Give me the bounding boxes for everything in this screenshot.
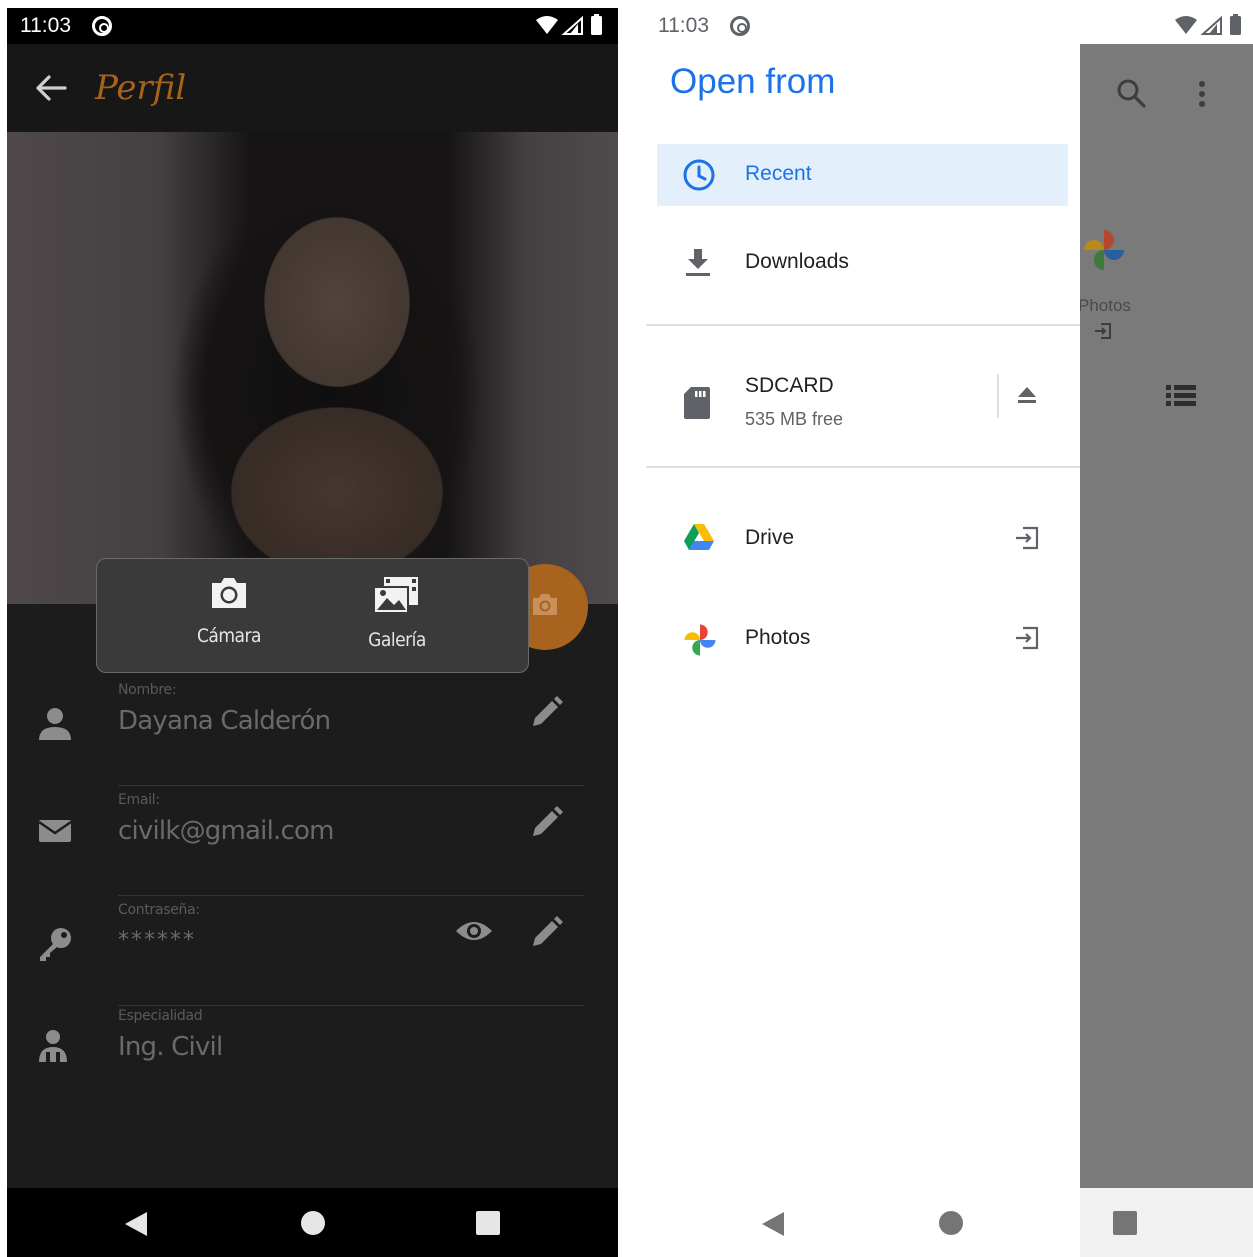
nav-scrim <box>1080 1188 1253 1257</box>
search-icon <box>1116 78 1146 112</box>
gallery-option-label: Galería <box>368 629 426 651</box>
email-label: Email: <box>118 792 160 808</box>
root-item-sdcard-free: 535 MB free <box>745 409 844 429</box>
root-item-photos[interactable]: Photos <box>657 608 1068 670</box>
more-options-icon <box>1198 80 1206 112</box>
password-field: Contraseña: ****** <box>7 896 618 1006</box>
sdcard-icon <box>683 386 711 424</box>
nav-home-icon[interactable] <box>938 1210 964 1236</box>
open-external-icon[interactable] <box>1015 626 1039 654</box>
download-icon <box>683 247 713 281</box>
open-external-icon[interactable] <box>1015 526 1039 554</box>
camera-icon <box>212 578 246 608</box>
wifi-signal-battery-icon <box>1175 14 1241 35</box>
nav-home-icon[interactable] <box>300 1210 326 1236</box>
navigation-bar <box>7 1188 618 1257</box>
edit-password-pencil-icon[interactable] <box>529 916 563 954</box>
camera-option[interactable]: Cámara <box>169 575 289 647</box>
page-title: Perfil <box>95 68 187 108</box>
navigation-bar <box>646 1188 1253 1257</box>
status-time: 11:03 <box>20 14 71 37</box>
nav-recents-icon[interactable] <box>475 1210 501 1236</box>
password-value: ****** <box>118 928 196 953</box>
edit-email-pencil-icon[interactable] <box>529 806 563 844</box>
name-field: Nombre: Dayana Calderón <box>7 676 618 786</box>
gallery-option[interactable]: Galería <box>337 575 457 651</box>
sync-icon <box>730 16 750 36</box>
nav-recents-icon[interactable] <box>1112 1210 1138 1236</box>
status-bar: 11:03 <box>7 8 618 44</box>
camera-icon <box>533 594 557 615</box>
specialty-label: Especialidad <box>118 1008 203 1024</box>
root-item-sdcard-label: SDCARD <box>745 374 834 397</box>
drawer-heading: Open from <box>670 62 836 101</box>
photos-pinwheel-icon <box>683 623 717 661</box>
clock-icon <box>683 159 715 195</box>
divider <box>997 374 999 418</box>
specialty-value: Ing. Civil <box>118 1032 223 1062</box>
screenshot-root: 11:03 Perfil Cámara Galería Nombre: Daya… <box>0 0 1253 1257</box>
nav-back-icon[interactable] <box>760 1210 786 1238</box>
sync-icon <box>92 16 112 36</box>
roots-drawer: Open from Recent Downloads SDCARD 535 MB… <box>646 44 1080 1188</box>
camera-option-label: Cámara <box>196 625 262 647</box>
open-external-icon <box>1094 322 1112 344</box>
person-icon <box>37 706 73 746</box>
photos-pinwheel-icon <box>1082 228 1126 276</box>
mail-icon <box>37 816 73 850</box>
root-item-downloads-label: Downloads <box>745 250 849 273</box>
app-bar: Perfil <box>7 44 618 132</box>
profile-screen: 11:03 Perfil Cámara Galería Nombre: Daya… <box>7 8 618 1257</box>
email-value: civilk@gmail.com <box>118 816 334 846</box>
background-scrim[interactable]: Photos <box>1078 44 1253 1188</box>
status-time: 11:03 <box>658 14 709 37</box>
show-password-eye-icon[interactable] <box>455 916 493 950</box>
photo-dim-overlay <box>7 132 618 604</box>
root-item-downloads[interactable]: Downloads <box>657 232 1068 294</box>
divider <box>646 466 1080 468</box>
divider <box>646 324 1080 326</box>
drive-icon <box>683 523 715 555</box>
list-view-icon <box>1166 384 1196 412</box>
file-picker-screen: Photos 11:03 Open from Recent Downloads … <box>646 8 1253 1257</box>
root-item-drive[interactable]: Drive <box>657 508 1068 570</box>
root-item-recent[interactable]: Recent <box>657 144 1068 206</box>
edit-name-pencil-icon[interactable] <box>529 696 563 734</box>
status-bar: 11:03 <box>646 8 1253 44</box>
photo-source-popup: Cámara Galería <box>96 558 529 673</box>
wifi-signal-battery-icon <box>536 14 602 35</box>
eject-icon[interactable] <box>1017 386 1037 408</box>
password-label: Contraseña: <box>118 902 200 918</box>
back-arrow-icon[interactable] <box>35 74 67 106</box>
root-item-photos-label: Photos <box>745 626 811 649</box>
photos-root-label: Photos <box>1078 296 1131 315</box>
engineer-icon <box>37 1028 69 1068</box>
name-value: Dayana Calderón <box>118 706 331 736</box>
root-item-sdcard[interactable]: SDCARD 535 MB free <box>657 364 1068 444</box>
gallery-icon <box>373 577 418 614</box>
key-icon <box>37 926 73 966</box>
specialty-field: Especialidad Ing. Civil <box>7 1002 618 1112</box>
name-label: Nombre: <box>118 682 177 698</box>
system-icons <box>534 14 606 42</box>
root-item-drive-label: Drive <box>745 526 795 549</box>
system-icons <box>1173 14 1245 42</box>
profile-photo <box>7 132 618 604</box>
nav-back-icon[interactable] <box>123 1210 149 1238</box>
root-item-recent-label: Recent <box>745 162 812 185</box>
email-field: Email: civilk@gmail.com <box>7 786 618 896</box>
